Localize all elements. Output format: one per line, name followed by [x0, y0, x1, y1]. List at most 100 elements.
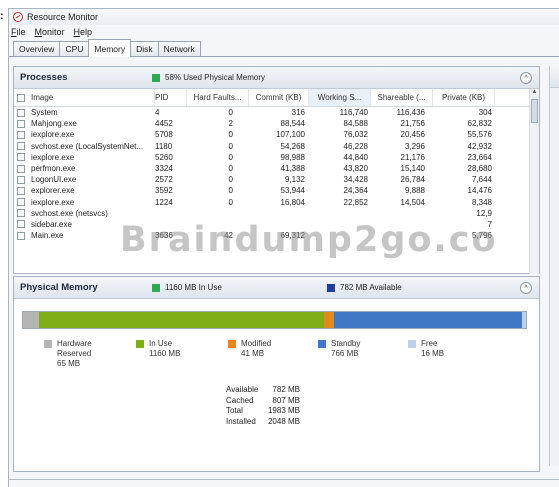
memory-totals: Available 782 MB Cached 807 MB Total 1983 M… — [226, 385, 300, 427]
column-working-set[interactable]: Working S... — [309, 89, 371, 106]
watermark: Braindump2go.co — [120, 220, 498, 260]
legend-in-use: In Use 1160 MB — [136, 339, 180, 359]
cell-private: 304 — [478, 108, 492, 118]
title-bar: Resource Monitor — [9, 9, 559, 25]
cell-shareable: 21,756 — [400, 119, 425, 129]
memory-usage-bar — [22, 311, 527, 329]
cell-commit: 88,544 — [280, 119, 305, 129]
row-checkbox[interactable] — [17, 108, 25, 117]
cell-pid: 5708 — [155, 130, 173, 140]
cell-shareable: 9,888 — [404, 186, 425, 196]
row-checkbox[interactable] — [17, 209, 25, 218]
column-hard-faults[interactable]: Hard Faults... — [187, 89, 249, 106]
cell-pid: 4 — [155, 108, 160, 118]
cell-pid: 1180 — [155, 141, 173, 151]
cell-private: 55,576 — [467, 130, 492, 140]
cell-image: explorer.exe — [14, 186, 155, 195]
cell-shareable: 14,504 — [400, 197, 425, 207]
menu-bar: File Monitor Help — [9, 25, 559, 38]
tab-overview[interactable]: Overview — [13, 41, 61, 56]
processes-status: 58% Used Physical Memory — [152, 73, 265, 82]
tab-memory[interactable]: Memory — [88, 39, 132, 57]
row-checkbox[interactable] — [17, 164, 25, 173]
column-pid[interactable]: PID — [155, 89, 187, 106]
menu-help[interactable]: Help — [74, 27, 93, 37]
cell-commit: 41,388 — [280, 164, 305, 174]
row-checkbox[interactable] — [17, 198, 25, 207]
table-row[interactable]: iexplore.exe 5708 0 107,100 76,032 20,456 55,5… — [14, 129, 539, 140]
available-swatch — [327, 283, 335, 292]
cell-private: 42,932 — [467, 141, 492, 151]
column-private[interactable]: Private (KB) — [433, 89, 495, 106]
row-checkbox[interactable] — [17, 142, 25, 151]
cell-hard-faults: 0 — [228, 130, 233, 140]
cell-image: iexplore.exe — [14, 153, 155, 162]
cell-commit: 54,268 — [280, 141, 305, 151]
table-row[interactable]: iexplore.exe 5260 0 98,988 44,840 21,176 23,66… — [14, 152, 539, 163]
processes-header[interactable]: Processes 58% Used Physical Memory ^ — [14, 67, 539, 89]
cell-commit: 98,988 — [280, 152, 305, 162]
in-use-stat-text: 1160 MB In Use — [165, 283, 222, 292]
table-row[interactable]: svchost.exe (LocalSystemNet... 1180 0 54,26… — [14, 141, 539, 152]
processes-scrollbar[interactable]: ▲ — [529, 89, 539, 274]
tab-disk[interactable]: Disk — [130, 41, 159, 56]
cell-pid: 3592 — [155, 186, 173, 196]
bar-segment-standby — [333, 312, 523, 328]
cell-private: 62,832 — [467, 119, 492, 129]
menu-monitor[interactable]: Monitor — [35, 27, 65, 37]
select-all-checkbox[interactable] — [17, 93, 25, 102]
scroll-up-icon[interactable]: ▲ — [530, 89, 539, 98]
cell-hard-faults: 0 — [228, 141, 233, 151]
cell-image: svchost.exe (LocalSystemNet... — [14, 142, 155, 151]
collapse-processes-button[interactable]: ^ — [520, 72, 532, 84]
totals-installed: Installed 2048 MB — [226, 416, 300, 426]
available-stat-text: 782 MB Available — [340, 283, 402, 292]
table-row[interactable]: svchost.exe (netsvcs) 12,9 — [14, 208, 539, 219]
tab-strip: Overview CPU Memory Disk Network — [9, 38, 559, 57]
cell-commit: 53,944 — [280, 186, 305, 196]
processes-table-header: Image PID Hard Faults... Commit (KB) Wor… — [14, 89, 539, 107]
table-row[interactable]: LogonUI.exe 2572 0 9,132 34,428 26,784 7,644 — [14, 174, 539, 185]
table-row[interactable]: iexplore.exe 1224 0 16,804 22,852 14,504 8,348 — [14, 197, 539, 208]
cell-image: perfmon.exe — [14, 164, 155, 173]
table-row[interactable]: Mahjong.exe 4452 2 88,544 84,588 21,756 62,832 — [14, 118, 539, 129]
row-checkbox[interactable] — [17, 220, 25, 229]
row-checkbox[interactable] — [17, 130, 25, 139]
column-image[interactable]: Image — [14, 89, 155, 106]
tab-network[interactable]: Network — [157, 41, 201, 56]
menu-file[interactable]: File — [11, 27, 26, 37]
scroll-thumb[interactable] — [531, 99, 538, 123]
cell-image: LogonUI.exe — [14, 175, 155, 184]
cell-pid: 3324 — [155, 164, 173, 174]
table-row[interactable]: explorer.exe 3592 0 53,944 24,364 9,888 14,476 — [14, 185, 539, 196]
cell-working-set: 22,852 — [343, 197, 368, 207]
physical-memory-header[interactable]: Physical Memory 1160 MB In Use 782 MB Av… — [14, 277, 539, 299]
legend-swatch — [228, 340, 236, 348]
row-checkbox[interactable] — [17, 186, 25, 195]
collapse-physical-memory-button[interactable]: ^ — [520, 282, 532, 294]
cell-hard-faults: 0 — [228, 197, 233, 207]
cell-image: iexplore.exe — [14, 130, 155, 139]
cell-pid: 2572 — [155, 175, 173, 185]
row-checkbox[interactable] — [17, 153, 25, 162]
cell-private: 7,644 — [471, 175, 492, 185]
cell-working-set: 44,840 — [343, 152, 368, 162]
cell-hard-faults: 0 — [228, 164, 233, 174]
tab-cpu[interactable]: CPU — [59, 41, 90, 56]
totals-available: Available 782 MB — [226, 385, 300, 394]
cell-shareable: 20,456 — [400, 130, 425, 140]
cell-private: 14,476 — [467, 186, 492, 196]
row-checkbox[interactable] — [17, 231, 25, 240]
cell-shareable: 3,296 — [404, 141, 425, 151]
column-shareable[interactable]: Shareable (... — [371, 89, 433, 106]
bar-segment-hardware-reserved — [23, 312, 39, 328]
cell-working-set: 76,032 — [343, 130, 368, 140]
row-checkbox[interactable] — [17, 119, 25, 128]
cell-shareable: 15,140 — [400, 164, 425, 174]
row-checkbox[interactable] — [17, 175, 25, 184]
column-commit[interactable]: Commit (KB) — [249, 89, 309, 106]
cell-private: 28,680 — [467, 164, 492, 174]
table-row[interactable]: System 4 0 316 116,740 116,436 304 — [14, 107, 539, 118]
table-row[interactable]: perfmon.exe 3324 0 41,388 43,820 15,140 28,680 — [14, 163, 539, 174]
legend-standby: Standby 766 MB — [318, 339, 360, 359]
